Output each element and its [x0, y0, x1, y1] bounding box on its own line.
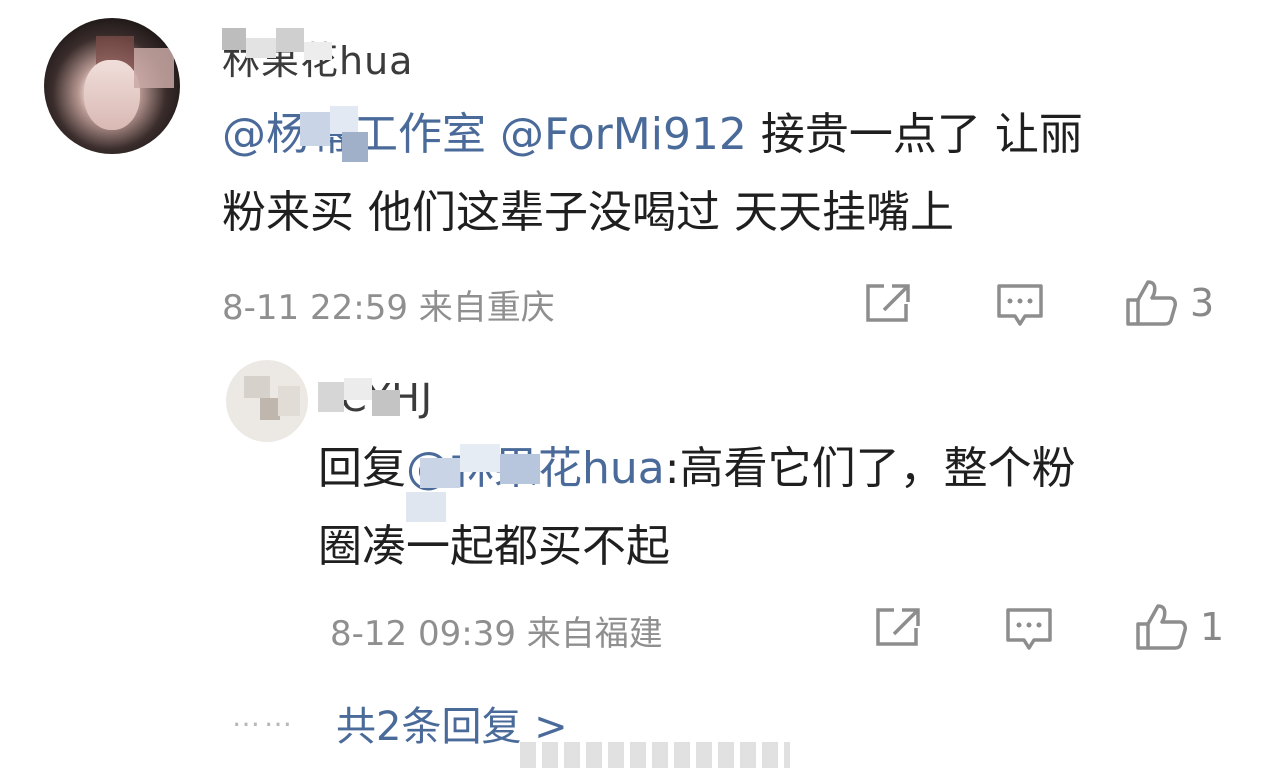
mention-link[interactable]: @林果花hua — [406, 443, 665, 494]
location: 来自福建 — [526, 614, 663, 654]
share-button[interactable] — [862, 282, 912, 324]
thumbs-up-icon — [1134, 602, 1190, 652]
location: 来自重庆 — [418, 288, 555, 328]
more-dots: …… — [232, 700, 296, 733]
comment-meta: 8-11 22:59 来自重庆 — [222, 280, 555, 329]
comment-button[interactable] — [995, 282, 1045, 328]
reply-body: 回复@林果花hua:高看它们了，整个粉 圈凑一起都买不起 — [318, 430, 1238, 586]
like-count: 1 — [1200, 605, 1225, 649]
reply-avatar[interactable] — [226, 360, 308, 442]
reply-text: :高看它们了，整个粉 — [664, 443, 1076, 494]
avatar-mosaic — [244, 376, 270, 398]
share-button[interactable] — [872, 606, 922, 648]
comment-line-2: 粉来买 他们这辈子没喝过 天天挂嘴上 — [222, 187, 954, 238]
reply-line-1: 回复@林果花hua:高看它们了，整个粉 — [318, 430, 1238, 508]
mention-link[interactable]: @杨幂工作室 — [222, 109, 486, 160]
share-icon — [862, 282, 912, 324]
timestamp: 8-11 22:59 — [222, 288, 408, 328]
like-button[interactable]: 1 — [1134, 602, 1224, 652]
comment-text: 接贵一点了 让丽 — [746, 109, 1083, 160]
comment-body: @杨幂工作室 @ForMi912 接贵一点了 让丽 粉来买 他们这辈子没喝过 天… — [222, 96, 1242, 252]
comment-username[interactable]: 林果花hua — [222, 30, 413, 85]
reply-username[interactable]: YCYHJ — [318, 376, 433, 420]
avatar-mosaic — [278, 386, 300, 416]
avatar[interactable] — [44, 18, 180, 154]
like-count: 3 — [1190, 281, 1215, 325]
reply-line-2: 圈凑一起都买不起 — [318, 521, 670, 572]
share-icon — [872, 606, 922, 648]
comment-icon — [995, 282, 1045, 328]
reply-prefix: 回复 — [318, 443, 406, 494]
comment-button[interactable] — [1004, 606, 1054, 652]
comment-icon — [1004, 606, 1054, 652]
thumbs-up-icon — [1124, 278, 1180, 328]
like-button[interactable]: 3 — [1124, 278, 1214, 328]
avatar-face — [84, 60, 140, 130]
watermark — [520, 742, 790, 768]
reply-meta: 8-12 09:39 来自福建 — [330, 606, 663, 655]
timestamp: 8-12 09:39 — [330, 614, 516, 654]
avatar-mosaic — [134, 48, 174, 88]
comment-line-1: @杨幂工作室 @ForMi912 接贵一点了 让丽 — [222, 96, 1242, 174]
mention-link[interactable]: @ForMi912 — [500, 109, 747, 160]
avatar-mosaic — [260, 398, 280, 420]
